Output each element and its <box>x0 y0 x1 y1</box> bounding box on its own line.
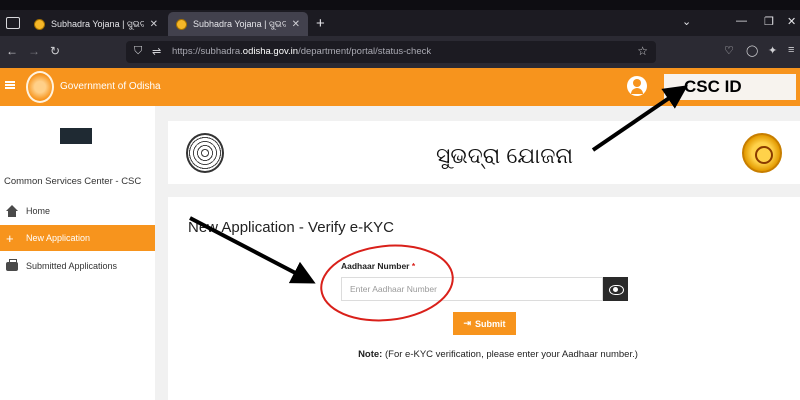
ekyc-note: Note: (For e-KYC verification, please en… <box>348 347 648 363</box>
shield-icon[interactable]: ⛉ <box>134 45 142 58</box>
address-bar[interactable]: ⛉ ⇌ https://subhadra.odisha.gov.in/depar… <box>126 41 656 63</box>
org-name: Government of Odisha <box>60 81 161 92</box>
close-tab-icon[interactable]: ✕ <box>292 19 300 30</box>
forward-arrow-icon[interactable]: → <box>28 44 40 58</box>
restore-icon[interactable]: ❐ <box>764 15 774 28</box>
sidebar: Common Services Center - CSC Home + New … <box>0 106 155 400</box>
scheme-title: ସୁଭଦ୍ରା ଯୋଜନା <box>436 143 574 168</box>
brand-card: ସୁଭଦ୍ରା ଯୋଜନା <box>168 121 800 184</box>
extensions-icon[interactable]: ✦ <box>768 44 777 57</box>
pocket-icon[interactable]: ♡ <box>724 44 734 57</box>
tab-title: Subhadra Yojana | ସୁଭଦ୍ରା ଯୋଜନା <box>51 18 144 29</box>
subhadra-logo-icon <box>742 133 782 173</box>
sidebar-item-new-application[interactable]: + New Application <box>0 225 155 251</box>
minimize-icon[interactable]: — <box>736 15 747 27</box>
permissions-icon[interactable]: ⇌ <box>152 45 161 58</box>
chevron-down-icon[interactable]: ⌄ <box>682 15 691 28</box>
submit-label: Submit <box>475 318 506 329</box>
note-text: (For e-KYC verification, please enter yo… <box>382 349 638 360</box>
sidebar-item-label: New Application <box>26 233 91 243</box>
hamburger-menu-icon[interactable] <box>5 81 15 89</box>
close-tab-icon[interactable]: ✕ <box>150 19 158 30</box>
back-arrow-icon[interactable]: ← <box>6 44 18 58</box>
new-tab-button[interactable]: + <box>316 15 325 32</box>
close-window-icon[interactable]: ✕ <box>787 15 796 28</box>
user-avatar-icon[interactable] <box>627 76 647 96</box>
browser-tab-bar: Subhadra Yojana | ସୁଭଦ୍ରା ଯୋଜନା ✕ Subhad… <box>0 0 800 36</box>
briefcase-icon <box>6 258 18 271</box>
page-title: New Application - Verify e-KYC <box>188 219 394 236</box>
menu-icon[interactable]: ≡ <box>788 44 794 56</box>
subhadra-favicon-icon <box>34 18 45 30</box>
sidebar-title: Common Services Center - CSC <box>4 176 142 187</box>
site-header: Government of Odisha CSC ID <box>0 68 800 106</box>
title-strip <box>0 0 800 10</box>
tab-list-icon[interactable] <box>6 17 20 29</box>
required-mark: * <box>411 261 416 271</box>
submit-button[interactable]: ⇥ Submit <box>453 312 516 335</box>
aadhaar-label: Aadhaar Number * <box>341 261 415 271</box>
sidebar-item-label: Home <box>26 206 51 216</box>
reload-icon[interactable]: ↻ <box>50 44 60 58</box>
odisha-emblem-icon <box>26 71 54 103</box>
tab-title: Subhadra Yojana | ସୁଭଦ୍ରା ଯୋଜନା <box>193 18 286 29</box>
aadhaar-input[interactable] <box>341 277 603 301</box>
home-icon <box>6 205 18 217</box>
odisha-seal-icon <box>186 133 224 173</box>
csc-id-label: CSC ID <box>684 77 742 96</box>
aadhaar-label-text: Aadhaar Number <box>341 261 410 271</box>
browser-tab-1[interactable]: Subhadra Yojana | ସୁଭଦ୍ରା ଯୋଜନା ✕ <box>26 12 166 36</box>
sign-in-icon: ⇥ <box>463 318 472 328</box>
show-aadhaar-eye-icon[interactable] <box>603 277 628 301</box>
sidebar-item-submitted-applications[interactable]: Submitted Applications <box>0 253 155 279</box>
user-photo <box>60 128 92 144</box>
note-prefix: Note: <box>358 349 383 360</box>
sidebar-item-label: Submitted Applications <box>26 261 118 271</box>
account-icon[interactable]: ◯ <box>746 44 758 57</box>
sidebar-item-home[interactable]: Home <box>0 198 155 224</box>
url-text[interactable]: https://subhadra.odisha.gov.in/departmen… <box>172 46 431 57</box>
csc-id-box: CSC ID <box>664 74 796 100</box>
browser-tab-2[interactable]: Subhadra Yojana | ସୁଭଦ୍ରା ଯୋଜନା ✕ <box>168 12 308 36</box>
url-domain: odisha.gov.in <box>242 46 299 57</box>
plus-icon: + <box>6 230 14 246</box>
url-prefix: https://subhadra. <box>172 46 243 57</box>
subhadra-favicon-icon <box>176 18 187 30</box>
url-path: /department/portal/status-check <box>298 46 432 57</box>
browser-nav-bar: ← → ↻ ⛉ ⇌ https://subhadra.odisha.gov.in… <box>0 36 800 68</box>
ekyc-form-card: New Application - Verify e-KYC Aadhaar N… <box>168 197 800 400</box>
bookmark-star-icon[interactable]: ☆ <box>637 44 648 58</box>
